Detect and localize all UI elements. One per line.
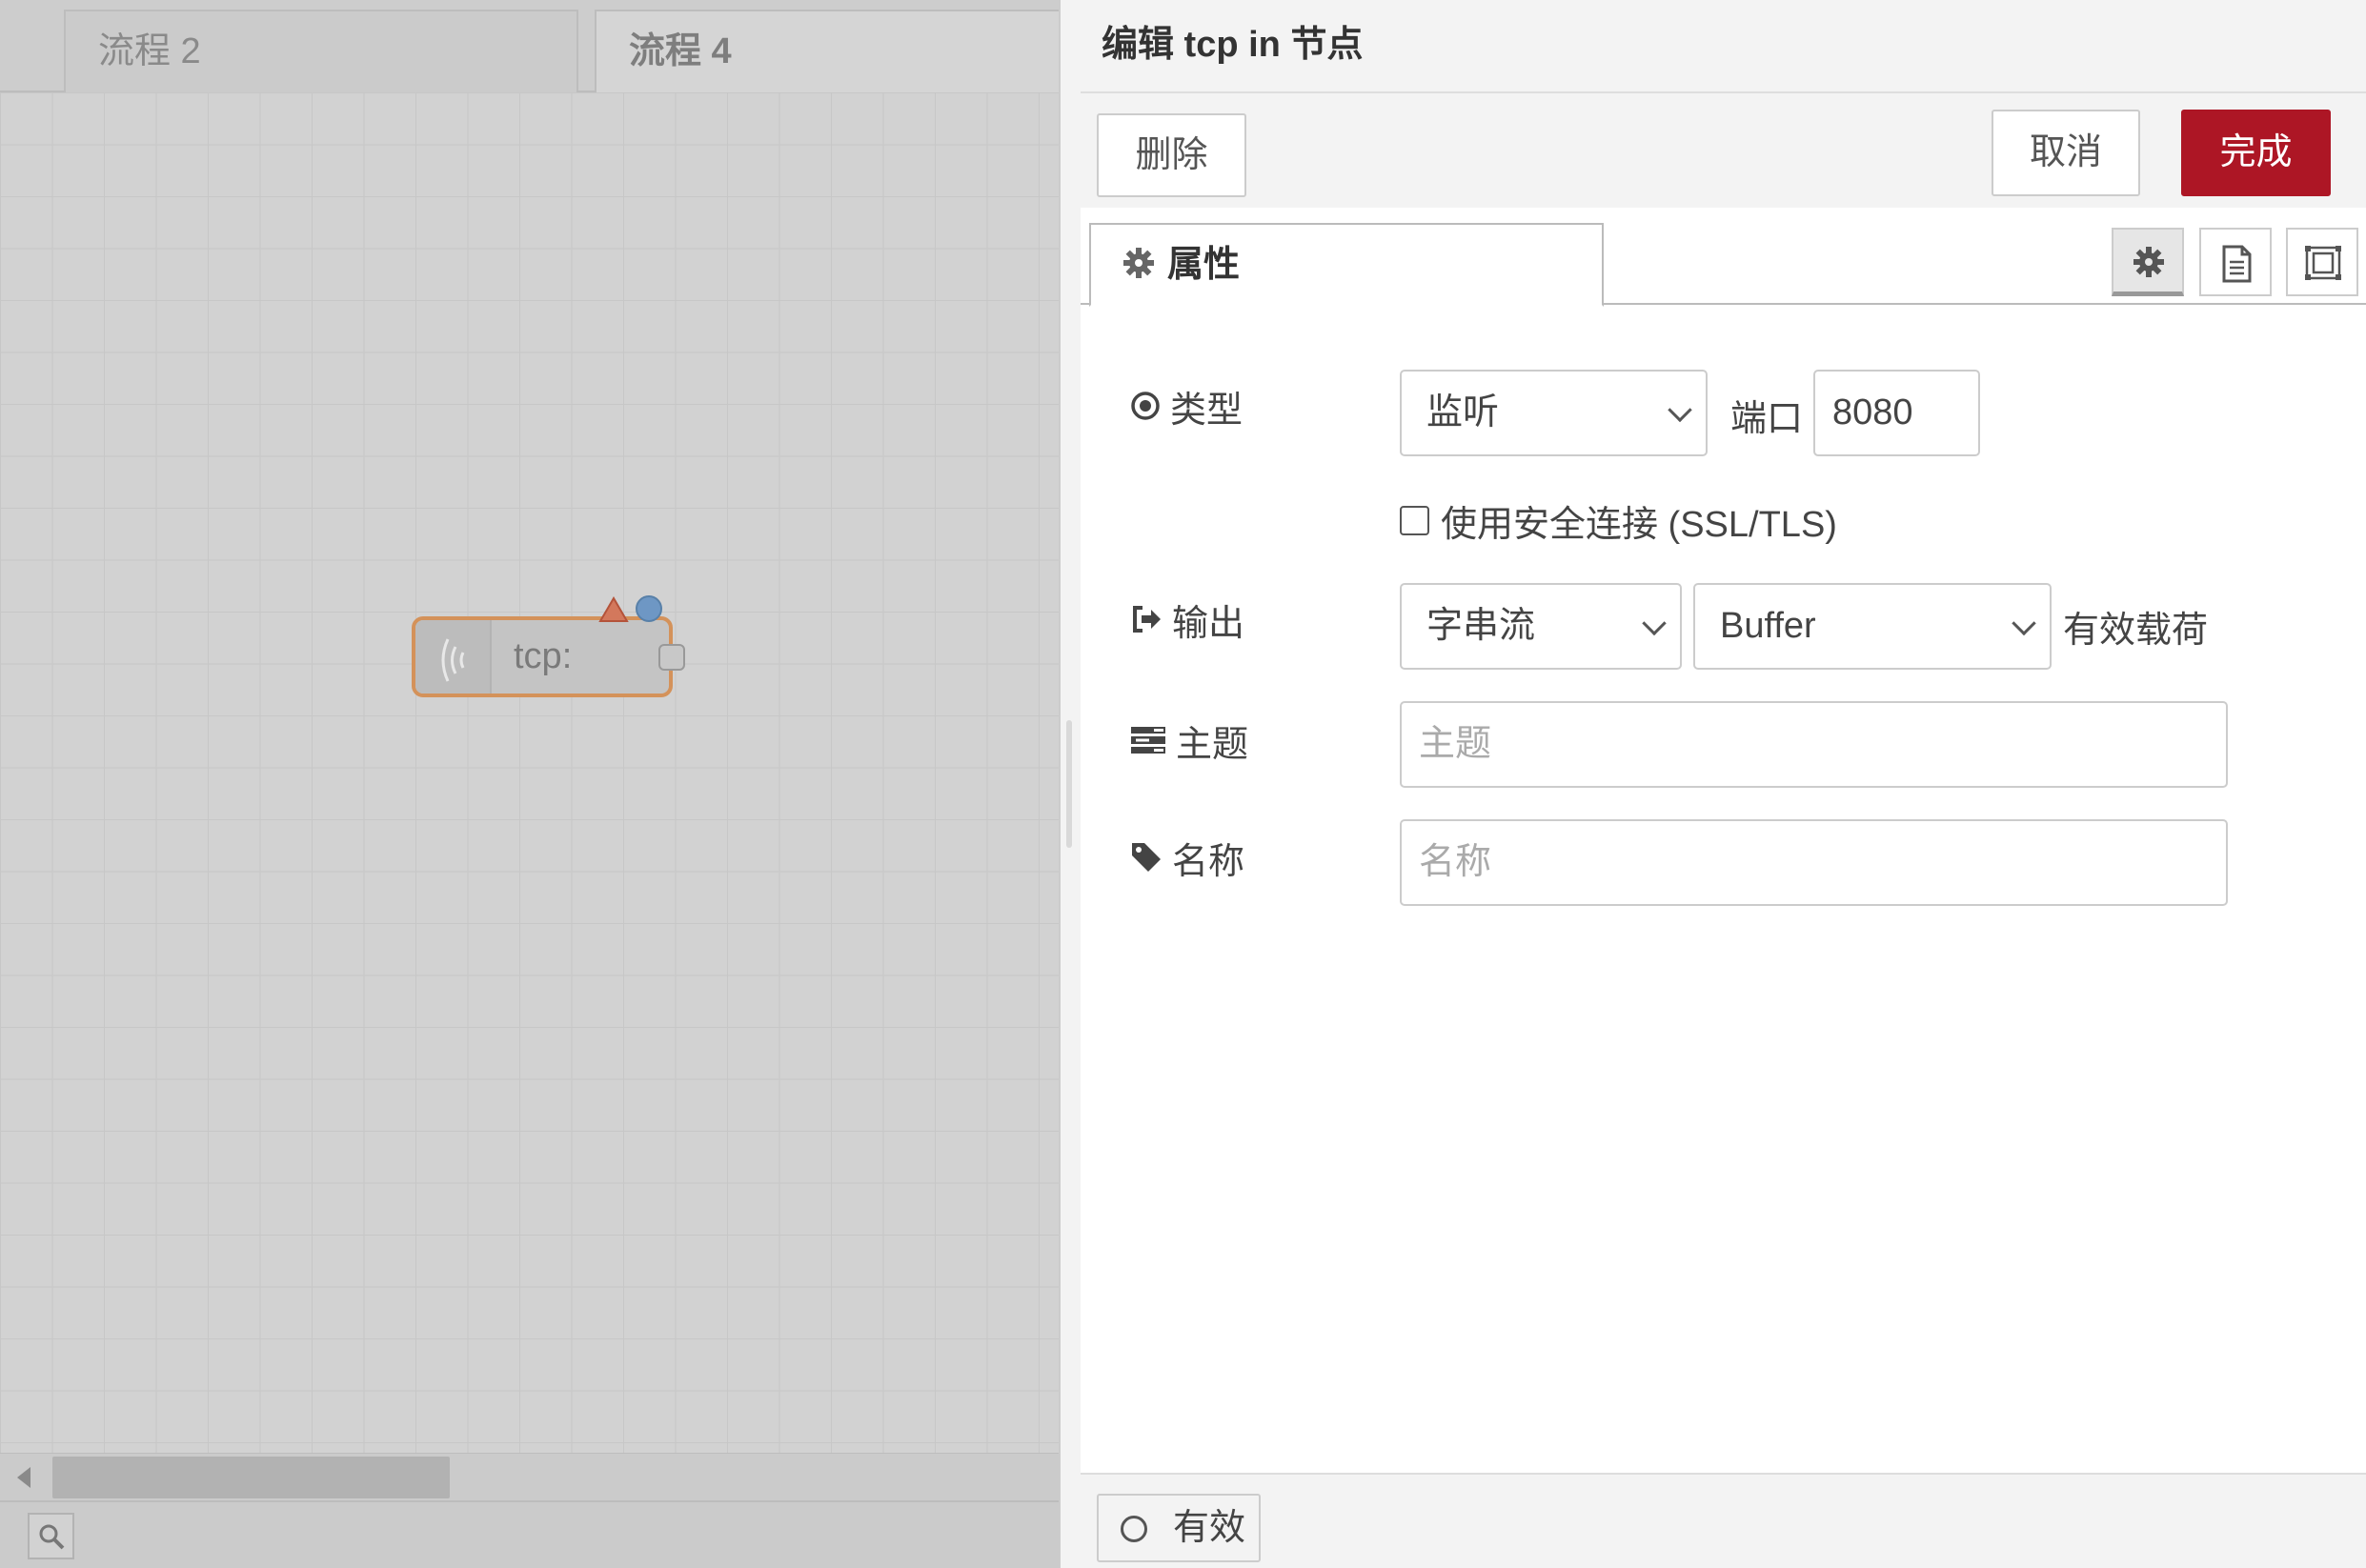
topic-input[interactable]	[1400, 701, 2228, 788]
chevron-down-icon	[2012, 611, 2036, 635]
output-format-select[interactable]: Buffer	[1693, 583, 2052, 670]
flow-tabs-bar: 流程 2 流程 4	[0, 0, 1059, 94]
output-label-text: 输出	[1172, 603, 1245, 644]
output-label: 输出	[1130, 600, 1244, 644]
tasks-icon	[1131, 727, 1165, 754]
output-suffix-label: 有效载荷	[2063, 611, 2209, 651]
port-input[interactable]	[1813, 370, 1980, 456]
delete-button[interactable]: 删除	[1097, 113, 1246, 197]
output-mode-value: 字串流	[1426, 606, 1536, 646]
enabled-label: 有效	[1173, 1508, 1246, 1548]
tab-properties[interactable]: 属性	[1089, 223, 1604, 307]
enabled-toggle[interactable]: 有效	[1097, 1494, 1261, 1562]
workspace: 流程 2 流程 4 tcp:	[0, 0, 1059, 1568]
name-label-text: 名称	[1172, 841, 1245, 882]
port-label: 端口	[1730, 399, 1804, 439]
cancel-button[interactable]: 取消	[1992, 110, 2140, 196]
tcp-in-node[interactable]: tcp:	[412, 616, 673, 697]
scroll-left-icon[interactable]	[17, 1467, 30, 1488]
splitter-handle[interactable]	[1066, 720, 1072, 848]
type-label-text: 类型	[1170, 390, 1244, 431]
ssl-row: 使用安全连接 (SSL/TLS)	[1400, 494, 1837, 547]
wifi-icon	[441, 638, 465, 682]
tray-title: 编辑 tcp in 节点	[1102, 25, 1364, 65]
search-button[interactable]	[28, 1513, 74, 1559]
ssl-checkbox[interactable]	[1400, 506, 1429, 535]
type-select-value: 监听	[1426, 392, 1500, 432]
toggle-circle-icon	[1121, 1516, 1147, 1542]
tab-flow-4[interactable]: 流程 4	[595, 10, 1059, 94]
dot-circle-icon	[1131, 392, 1160, 420]
tray-splitter[interactable]	[1059, 0, 1081, 1568]
node-icon-box	[415, 620, 492, 694]
tab-properties-label: 属性	[1167, 245, 1241, 285]
edit-tray: 编辑 tcp in 节点 删除 取消 完成 属性 类型 监听 端口 8080 使…	[1081, 0, 2366, 1568]
tab-node-appearance[interactable]	[2286, 228, 2358, 296]
tab-node-description[interactable]	[2199, 228, 2272, 296]
changed-indicator	[636, 595, 662, 622]
scrollbar-thumb[interactable]	[52, 1457, 450, 1498]
gear-icon	[1123, 248, 1154, 278]
tray-tabs: 属性	[1081, 208, 2366, 307]
sign-out-icon	[1133, 606, 1161, 633]
horizontal-scrollbar[interactable]	[0, 1453, 1059, 1500]
name-input[interactable]	[1400, 819, 2228, 906]
ssl-label: 使用安全连接 (SSL/TLS)	[1441, 505, 1837, 545]
tab-flow-2[interactable]: 流程 2	[64, 10, 578, 92]
name-label: 名称	[1130, 838, 1244, 882]
output-mode-select[interactable]: 字串流	[1400, 583, 1682, 670]
node-label: tcp:	[514, 636, 573, 676]
search-icon	[39, 1524, 65, 1550]
type-select[interactable]: 监听	[1400, 370, 1708, 456]
tray-header: 编辑 tcp in 节点	[1081, 0, 2366, 93]
type-label: 类型	[1130, 387, 1243, 431]
chevron-down-icon	[1642, 611, 1667, 635]
done-button[interactable]: 完成	[2181, 110, 2331, 196]
tab-node-settings[interactable]	[2112, 228, 2184, 296]
file-icon	[2222, 245, 2252, 283]
topic-label-text: 主题	[1176, 724, 1249, 765]
flow-canvas[interactable]	[0, 92, 1059, 1453]
tray-toolbar: 删除 取消 完成	[1081, 93, 2366, 208]
warning-icon	[598, 596, 629, 622]
chevron-down-icon	[1668, 397, 1692, 422]
tag-icon	[1132, 843, 1161, 872]
tray-footer: 有效	[1081, 1473, 2366, 1568]
topic-label: 主题	[1130, 721, 1248, 765]
node-output-port[interactable]	[658, 644, 685, 671]
frame-icon	[2305, 246, 2341, 280]
workspace-footer	[0, 1500, 1059, 1568]
gear-icon	[2133, 247, 2164, 277]
output-format-value: Buffer	[1720, 606, 1816, 646]
